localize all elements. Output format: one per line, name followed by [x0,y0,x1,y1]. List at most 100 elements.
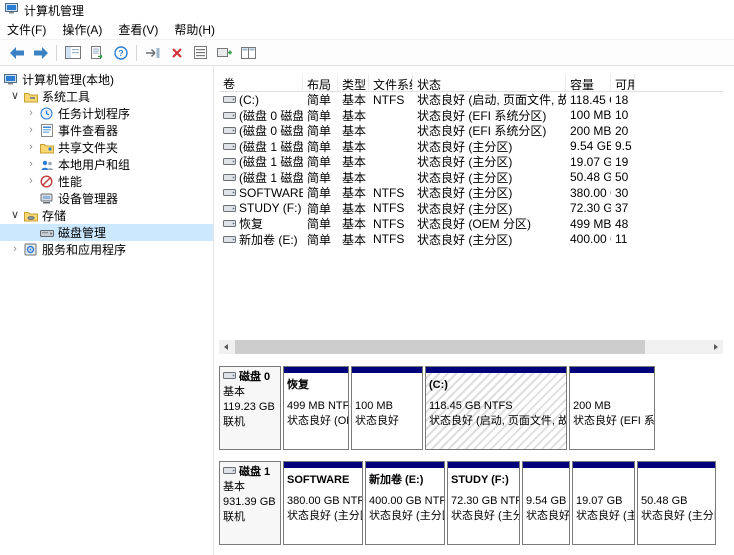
new-volume-icon[interactable] [213,42,236,63]
table-row[interactable]: 恢复 简单 基本 NTFS 状态良好 (OEM 分区) 499 MB 48 [219,216,723,232]
chevron-collapsed-icon[interactable]: › [24,105,38,122]
volume-layout: 简单 [307,170,332,185]
sidebar-item-disk-management[interactable]: 磁盘管理 [0,224,213,241]
local-users-icon [38,159,55,171]
menu-item-file[interactable]: 文件(F) [0,18,55,41]
partition-size: 72.30 GB NTFS [451,495,519,507]
table-row[interactable]: SOFTWARE (D:) 简单 基本 NTFS 状态良好 (主分区) 380.… [219,185,723,201]
properties-icon[interactable] [189,42,212,63]
scroll-left-icon[interactable] [219,340,233,354]
help-icon[interactable]: ? [109,42,132,63]
action-arrow-icon[interactable] [141,42,164,63]
table-row[interactable]: STUDY (F:) 简单 基本 NTFS 状态良好 (主分区) 72.30 G… [219,201,723,217]
back-arrow-icon[interactable] [5,42,28,63]
column-header-volume[interactable]: 卷 [219,74,303,91]
partition-block-9gb[interactable]: 9.54 GB 状态良好 [522,461,570,545]
volume-free: 9.5 [615,139,632,154]
sidebar-item-services-applications[interactable]: › 服务和应用程序 [0,241,213,258]
sidebar-item-performance[interactable]: › 性能 [0,173,213,190]
chevron-expanded-icon[interactable]: ∨ [8,207,22,224]
tree-item-label: 本地用户和组 [58,158,131,172]
partition-block-19gb[interactable]: 19.07 GB 状态良好 (主分区) [572,461,635,545]
toolbar: ? [0,40,734,66]
scroll-right-icon[interactable] [709,340,723,354]
partition-block-recovery[interactable]: 恢复 499 MB NTFS 状态良好 (OEM 分区) [283,366,349,450]
volume-free: 50 [615,170,629,185]
sidebar-item-event-viewer[interactable]: › 事件查看器 [0,122,213,139]
partition-name [523,473,569,488]
table-row[interactable]: (磁盘 0 磁盘分区 5) 简单 基本 状态良好 (EFI 系统分区) 200 … [219,123,723,139]
table-row[interactable]: (C:) 简单 基本 NTFS 状态良好 (启动, 页面文件, 故障转储, 主分… [219,92,723,108]
disk-management-icon [38,227,55,239]
volume-name: 恢复 [239,217,264,232]
volume-capacity: 9.54 GB [570,139,611,154]
volume-icon [223,187,236,198]
volume-type: 基本 [342,93,367,108]
partition-block-efi-100mb[interactable]: 100 MB 状态良好 [351,366,423,450]
sidebar-item-storage[interactable]: ∨ 存储 [0,207,213,224]
chevron-collapsed-icon[interactable]: › [24,173,38,190]
volume-free: 37 [615,201,629,216]
sidebar-item-device-manager[interactable]: 设备管理器 [0,190,213,207]
panes-icon[interactable] [237,42,260,63]
partition-block-study-f[interactable]: STUDY (F:) 72.30 GB NTFS 状态良好 (主分区) [447,461,520,545]
partition-block-efi-200mb[interactable]: 200 MB 状态良好 (EFI 系统分区) [569,366,655,450]
column-header-status[interactable]: 状态 [413,74,566,91]
volume-icon [223,218,236,229]
column-header-type[interactable]: 类型 [338,74,369,91]
disk-header[interactable]: 磁盘 0 基本 119.23 GB 联机 [219,366,281,450]
table-row[interactable]: (磁盘 1 磁盘分区 6) 简单 基本 状态良好 (主分区) 19.07 GB … [219,154,723,170]
sidebar-item-task-scheduler[interactable]: › 任务计划程序 [0,105,213,122]
chevron-collapsed-icon[interactable]: › [24,139,38,156]
partition-block-c-drive[interactable]: (C:) 118.45 GB NTFS 状态良好 (启动, 页面文件, 故障转储… [425,366,567,450]
partition-block-50gb[interactable]: 50.48 GB 状态良好 (主分区) [637,461,716,545]
column-header-capacity[interactable]: 容量 [566,74,611,91]
disk-status: 联机 [223,416,245,428]
table-row[interactable]: (磁盘 0 磁盘分区 2) 简单 基本 状态良好 (EFI 系统分区) 100 … [219,108,723,124]
event-viewer-icon [38,124,55,137]
show-console-tree-icon[interactable] [61,42,84,63]
sidebar-item-shared-folders[interactable]: › 共享文件夹 [0,139,213,156]
volume-layout: 简单 [307,217,332,232]
volume-free: 20 [615,123,629,138]
title-bar: 计算机管理 [0,0,734,20]
chevron-collapsed-icon[interactable]: › [8,241,22,258]
column-header-layout[interactable]: 布局 [303,74,338,91]
partition-size: 380.00 GB NTFS [287,495,362,507]
table-row[interactable]: (磁盘 1 磁盘分区 4) 简单 基本 状态良好 (主分区) 9.54 GB 9… [219,139,723,155]
sidebar-item-system-tools[interactable]: ∨ 系统工具 [0,88,213,105]
app-icon [5,2,19,18]
export-list-icon[interactable] [85,42,108,63]
horizontal-scrollbar[interactable] [219,340,723,354]
disk-header[interactable]: 磁盘 1 基本 931.39 GB 联机 [219,461,281,545]
column-header-free[interactable]: 可用空间 [611,74,635,91]
partition-status: 状态良好 (主分区) [576,510,634,522]
menu-item-view[interactable]: 查看(V) [111,18,167,41]
partition-block-software[interactable]: SOFTWARE 380.00 GB NTFS 状态良好 (主分区) [283,461,363,545]
volume-status: 状态良好 (启动, 页面文件, 故障转储, 主分区) [417,93,566,108]
sidebar-item-computer-management[interactable]: 计算机管理(本地) [0,71,213,88]
delete-volume-icon[interactable] [165,42,188,63]
table-row[interactable]: 新加卷 (E:) 简单 基本 NTFS 状态良好 (主分区) 400.00 GB… [219,232,723,248]
partition-size: 9.54 GB [526,495,567,507]
chevron-collapsed-icon[interactable]: › [24,156,38,173]
chevron-expanded-icon[interactable]: ∨ [8,88,22,105]
partition-name: 恢复 [287,379,309,391]
volume-status: 状态良好 (EFI 系统分区) [417,108,547,123]
volume-type: 基本 [342,155,367,170]
menu-item-help[interactable]: 帮助(H) [167,18,224,41]
column-header-filesystem[interactable]: 文件系统 [369,74,413,91]
computer-management-icon [2,73,19,86]
scrollbar-thumb[interactable] [235,340,645,354]
sidebar-item-local-users-groups[interactable]: › 本地用户和组 [0,156,213,173]
partition-name: STUDY (F:) [451,474,509,486]
chevron-collapsed-icon[interactable]: › [24,122,38,139]
disk-type: 基本 [223,386,245,398]
disk-name: 磁盘 0 [239,371,271,383]
partition-block-new-volume-e[interactable]: 新加卷 (E:) 400.00 GB NTFS 状态良好 (主分区) [365,461,445,545]
menu-item-action[interactable]: 操作(A) [55,18,111,41]
table-row[interactable]: (磁盘 1 磁盘分区 7) 简单 基本 状态良好 (主分区) 50.48 GB … [219,170,723,186]
partition-color-strip [570,367,654,373]
forward-arrow-icon[interactable] [29,42,52,63]
partition-size: 400.00 GB NTFS [369,495,444,507]
